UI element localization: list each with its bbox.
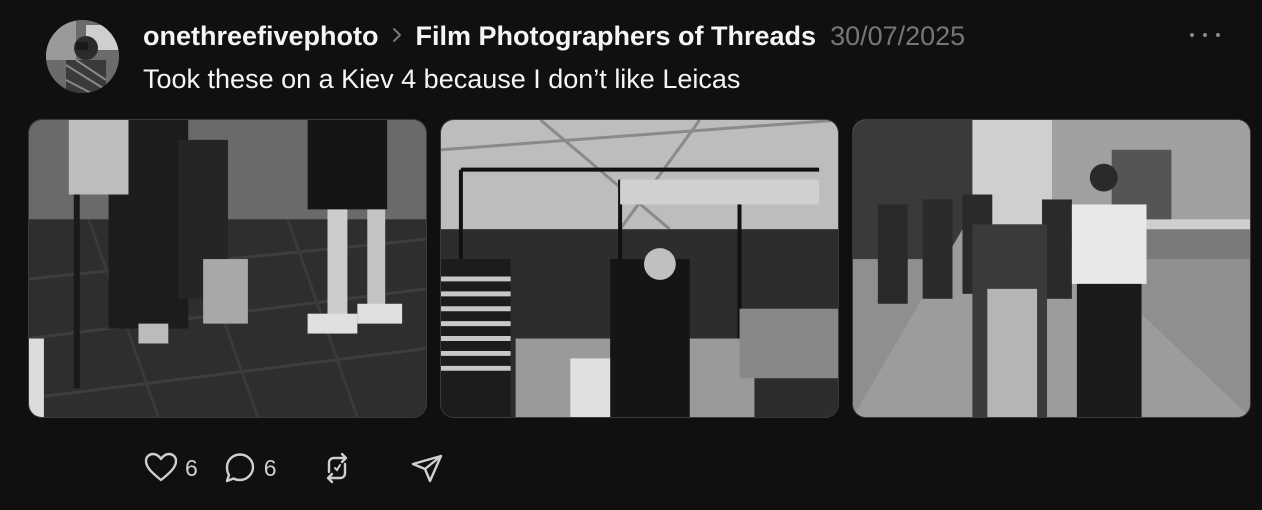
photo-dog-street[interactable]: [28, 119, 427, 418]
post-header: onethreefivephoto Film Photographers of …: [143, 18, 965, 54]
photo-carousel: [28, 119, 1251, 418]
photo-couple-walking[interactable]: [852, 119, 1251, 418]
reply-count: 6: [263, 454, 277, 481]
like-count: 6: [185, 454, 198, 481]
more-options-icon[interactable]: [1190, 22, 1220, 48]
reply-button[interactable]: 6: [222, 450, 277, 486]
username-link[interactable]: onethreefivephoto: [143, 21, 379, 52]
like-button[interactable]: 6: [143, 450, 198, 486]
thread-post: onethreefivephoto Film Photographers of …: [0, 0, 1262, 510]
send-icon: [411, 454, 442, 483]
avatar-image: [46, 20, 119, 93]
repost-button[interactable]: [319, 450, 355, 486]
share-button[interactable]: [409, 450, 445, 486]
action-bar: 6 6: [143, 450, 469, 486]
post-date: 30/07/2025: [830, 20, 966, 51]
avatar[interactable]: [46, 20, 119, 93]
comment-icon: [225, 453, 254, 483]
heart-icon: [144, 452, 178, 482]
photo-market-stalls[interactable]: [440, 119, 839, 418]
community-link[interactable]: Film Photographers of Threads: [416, 21, 817, 52]
repost-icon: [326, 452, 347, 484]
post-caption: Took these on a Kiev 4 because I don’t l…: [143, 64, 741, 94]
chevron-right-icon: [391, 25, 403, 47]
